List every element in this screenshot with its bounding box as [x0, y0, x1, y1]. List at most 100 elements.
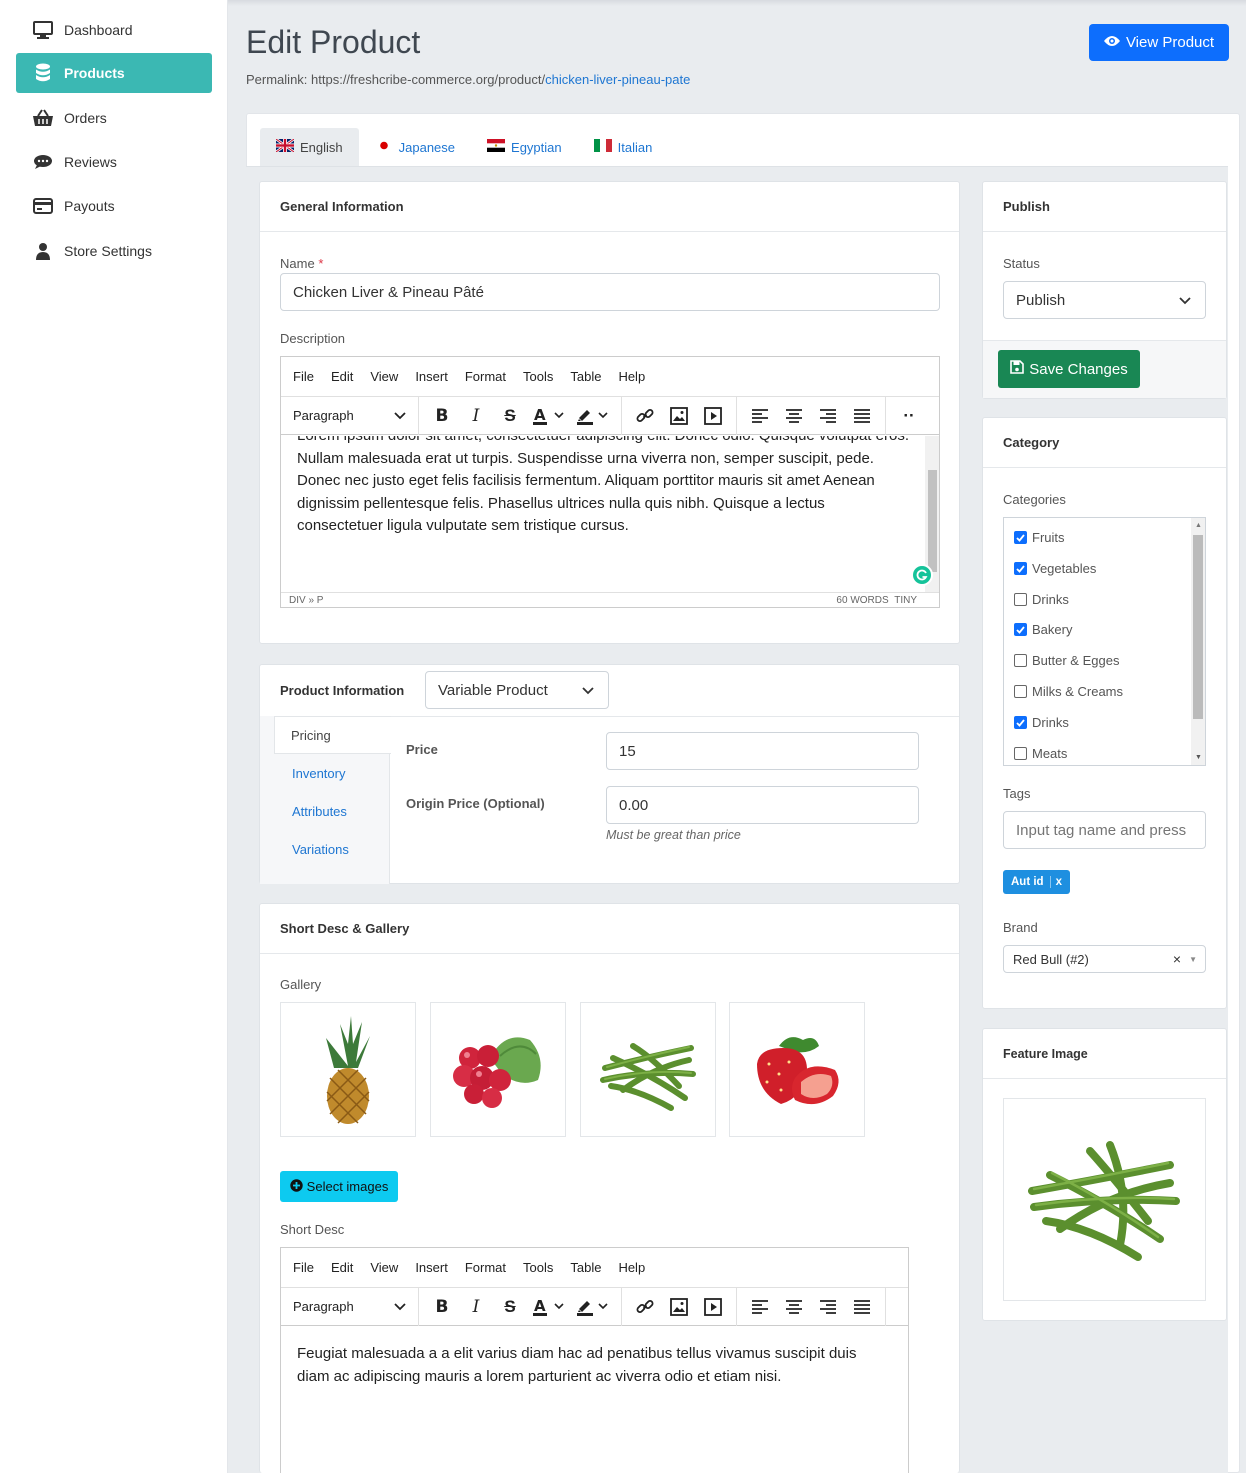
tab-italian[interactable]: Italian: [578, 128, 669, 166]
gallery-image-radish[interactable]: [430, 1002, 566, 1137]
category-checkbox-bakery[interactable]: Bakery: [1014, 622, 1072, 637]
checkbox-unchecked-icon[interactable]: [1014, 685, 1027, 698]
highlight-color-icon[interactable]: [571, 401, 615, 431]
clear-icon[interactable]: ×: [1173, 951, 1181, 967]
category-checkbox-milks-creams[interactable]: Milks & Creams: [1014, 684, 1123, 699]
save-changes-button[interactable]: Save Changes: [998, 350, 1140, 388]
tags-input[interactable]: [1003, 811, 1206, 849]
image-icon[interactable]: [662, 401, 696, 431]
menu-format[interactable]: Format: [465, 369, 506, 384]
short-desc-content[interactable]: Feugiat malesuada a a elit varius diam h…: [281, 1326, 908, 1388]
permalink-slug-link[interactable]: chicken-liver-pineau-pate: [545, 72, 690, 87]
menu-help[interactable]: Help: [618, 369, 645, 384]
sidebar-item-dashboard[interactable]: Dashboard: [16, 10, 212, 50]
gallery-image-strawberry[interactable]: [729, 1002, 865, 1137]
tab-inventory[interactable]: Inventory: [260, 754, 389, 792]
category-checkbox-fruits[interactable]: Fruits: [1014, 530, 1065, 545]
align-center-icon[interactable]: [777, 1292, 811, 1322]
sidebar-item-orders[interactable]: Orders: [16, 98, 212, 138]
align-right-icon[interactable]: [811, 1292, 845, 1322]
menu-format[interactable]: Format: [465, 1260, 506, 1275]
highlight-color-icon[interactable]: [571, 1292, 615, 1322]
tab-attributes[interactable]: Attributes: [260, 792, 389, 830]
checkbox-checked-icon[interactable]: [1014, 562, 1027, 575]
menu-edit[interactable]: Edit: [331, 1260, 353, 1275]
align-left-icon[interactable]: [743, 1292, 777, 1322]
checkbox-unchecked-icon[interactable]: [1014, 747, 1027, 760]
checkbox-checked-icon[interactable]: [1014, 716, 1027, 729]
category-checkbox-drinks-2[interactable]: Drinks: [1014, 715, 1069, 730]
category-checkbox-vegetables[interactable]: Vegetables: [1014, 561, 1096, 576]
grammarly-icon[interactable]: [911, 564, 933, 586]
menu-tools[interactable]: Tools: [523, 369, 553, 384]
sidebar-item-reviews[interactable]: Reviews: [16, 142, 212, 182]
menu-file[interactable]: File: [293, 369, 314, 384]
select-images-button[interactable]: Select images: [280, 1171, 398, 1202]
product-name-input[interactable]: Chicken Liver & Pineau Pâté: [280, 273, 940, 311]
categories-scrollbar[interactable]: ▲ ▼: [1191, 518, 1205, 765]
dropdown-arrow-icon[interactable]: ▼: [1189, 955, 1197, 964]
tag-remove-icon[interactable]: x: [1049, 876, 1062, 888]
menu-edit[interactable]: Edit: [331, 369, 353, 384]
menu-view[interactable]: View: [370, 369, 398, 384]
editor-content-area[interactable]: Lorem ipsum dolor sit amet, consectetuer…: [281, 436, 927, 593]
italic-icon[interactable]: I: [459, 401, 493, 431]
align-center-icon[interactable]: [777, 401, 811, 431]
scroll-down-icon[interactable]: ▼: [1195, 754, 1202, 761]
image-icon[interactable]: [662, 1292, 696, 1322]
link-icon[interactable]: [628, 401, 662, 431]
category-checkbox-meats[interactable]: Meats: [1014, 746, 1067, 761]
media-icon[interactable]: [696, 1292, 730, 1322]
category-checkbox-drinks[interactable]: Drinks: [1014, 592, 1069, 607]
status-select[interactable]: Publish: [1003, 281, 1206, 319]
feature-image[interactable]: [1003, 1098, 1206, 1301]
justify-icon[interactable]: [845, 401, 879, 431]
tab-japanese[interactable]: Japanese: [359, 128, 471, 166]
checkbox-checked-icon[interactable]: [1014, 623, 1027, 636]
sidebar-item-store-settings[interactable]: Store Settings: [16, 231, 212, 271]
scroll-up-icon[interactable]: ▲: [1195, 522, 1202, 529]
strikethrough-icon[interactable]: S: [493, 1292, 527, 1322]
brand-select[interactable]: Red Bull (#2) × ▼: [1003, 945, 1206, 973]
text-color-icon[interactable]: A: [527, 1292, 571, 1322]
checkbox-unchecked-icon[interactable]: [1014, 654, 1027, 667]
bold-icon[interactable]: B: [425, 1292, 459, 1322]
price-input[interactable]: 15: [606, 732, 919, 770]
more-options-icon[interactable]: ··: [892, 401, 926, 431]
menu-insert[interactable]: Insert: [415, 1260, 448, 1275]
category-checkbox-butter-egges[interactable]: Butter & Egges: [1014, 653, 1119, 668]
tab-pricing[interactable]: Pricing: [274, 716, 391, 754]
bold-icon[interactable]: B: [425, 401, 459, 431]
menu-view[interactable]: View: [370, 1260, 398, 1275]
origin-price-input[interactable]: 0.00: [606, 786, 919, 824]
view-product-button[interactable]: View Product: [1089, 24, 1229, 61]
scrollbar-thumb[interactable]: [1193, 535, 1203, 719]
gallery-image-green-beans[interactable]: [580, 1002, 716, 1137]
tab-english[interactable]: English: [260, 128, 359, 166]
align-right-icon[interactable]: [811, 401, 845, 431]
gallery-image-pineapple[interactable]: [280, 1002, 416, 1137]
sidebar-item-payouts[interactable]: Payouts: [16, 186, 212, 226]
checkbox-checked-icon[interactable]: [1014, 531, 1027, 544]
block-format-select[interactable]: Paragraph: [281, 1287, 419, 1326]
strikethrough-icon[interactable]: S: [493, 401, 527, 431]
link-icon[interactable]: [628, 1292, 662, 1322]
checkbox-unchecked-icon[interactable]: [1014, 593, 1027, 606]
sidebar-item-products[interactable]: Products: [16, 53, 212, 93]
tab-variations[interactable]: Variations: [260, 830, 389, 868]
menu-insert[interactable]: Insert: [415, 369, 448, 384]
menu-file[interactable]: File: [293, 1260, 314, 1275]
block-format-select[interactable]: Paragraph: [281, 396, 419, 435]
scrollbar-thumb[interactable]: [928, 470, 937, 572]
align-left-icon[interactable]: [743, 401, 777, 431]
italic-icon[interactable]: I: [459, 1292, 493, 1322]
menu-table[interactable]: Table: [570, 369, 601, 384]
media-icon[interactable]: [696, 401, 730, 431]
text-color-icon[interactable]: A: [527, 401, 571, 431]
menu-help[interactable]: Help: [618, 1260, 645, 1275]
justify-icon[interactable]: [845, 1292, 879, 1322]
menu-tools[interactable]: Tools: [523, 1260, 553, 1275]
tab-egyptian[interactable]: Egyptian: [471, 128, 578, 166]
menu-table[interactable]: Table: [570, 1260, 601, 1275]
product-type-select[interactable]: Variable Product: [425, 671, 609, 709]
